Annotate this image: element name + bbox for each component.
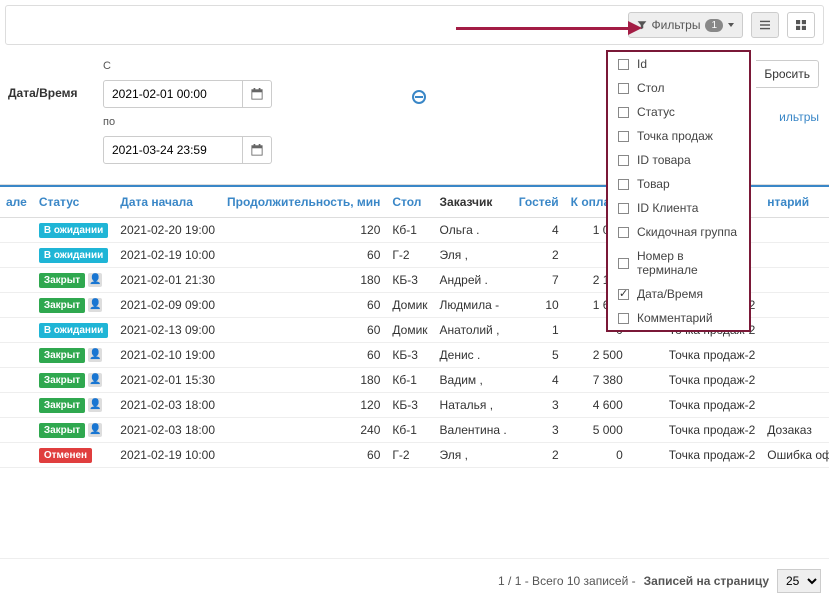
- filter-option-label: Комментарий: [637, 311, 713, 325]
- filter-option-label: Скидочная группа: [637, 225, 737, 239]
- status-badge: Закрыт: [39, 273, 85, 288]
- col-comment-fragment[interactable]: нтарий: [761, 186, 829, 218]
- filter-option[interactable]: Дата/Время: [608, 282, 749, 306]
- date-from-picker-button[interactable]: [243, 80, 272, 108]
- filter-option-label: Товар: [637, 177, 670, 191]
- filter-field-label: Дата/Время: [8, 60, 83, 100]
- page-info: 1 / 1 - Всего 10 записей -: [498, 574, 636, 588]
- date-to-input[interactable]: [103, 136, 243, 164]
- filter-option-label: Номер в терминале: [637, 249, 739, 277]
- filter-actions: Бросить ильтры: [756, 60, 819, 124]
- filter-option[interactable]: ID товара: [608, 148, 749, 172]
- checkbox-icon: [618, 155, 629, 166]
- status-badge: В ожидании: [39, 248, 108, 263]
- col-status[interactable]: Статус: [33, 186, 114, 218]
- person-icon: 👤: [88, 298, 102, 312]
- status-badge: Закрыт: [39, 373, 85, 388]
- filter-option[interactable]: Id: [608, 52, 749, 76]
- status-badge: Закрыт: [39, 423, 85, 438]
- filters-count-badge: 1: [705, 19, 723, 32]
- col-duration[interactable]: Продолжительность, мин: [221, 186, 386, 218]
- person-icon: 👤: [88, 398, 102, 412]
- from-label: С: [103, 60, 272, 72]
- filter-option-label: Точка продаж: [637, 129, 713, 143]
- grid-icon: [796, 19, 806, 31]
- filter-option-label: ID Клиента: [637, 201, 698, 215]
- filters-dropdown: Id Стол Статус Точка продаж ID товара Товар ID…: [606, 50, 751, 332]
- checkbox-icon: [618, 107, 629, 118]
- filter-option[interactable]: ID Клиента: [608, 196, 749, 220]
- filter-option[interactable]: Номер в терминале: [608, 244, 749, 282]
- status-badge: Отменен: [39, 448, 92, 463]
- date-range-group: С по: [103, 60, 272, 164]
- per-page-select[interactable]: 25: [777, 569, 821, 593]
- filter-option[interactable]: Стол: [608, 76, 749, 100]
- checkbox-icon: [618, 179, 629, 190]
- topbar: Фильтры 1: [5, 5, 824, 45]
- status-badge: Закрыт: [39, 298, 85, 313]
- filter-option-label: Статус: [637, 105, 675, 119]
- reset-button[interactable]: Бросить: [756, 60, 819, 88]
- filter-option-label: ID товара: [637, 153, 691, 167]
- caret-down-icon: [728, 23, 734, 27]
- col-table[interactable]: Стол: [386, 186, 433, 218]
- calendar-icon: [251, 144, 263, 156]
- checkbox-icon: [618, 83, 629, 94]
- status-badge: Закрыт: [39, 398, 85, 413]
- filters-link[interactable]: ильтры: [756, 110, 819, 124]
- col-customer: Заказчик: [434, 186, 513, 218]
- col-guests[interactable]: Гостей: [513, 186, 565, 218]
- filters-button[interactable]: Фильтры 1: [628, 12, 744, 38]
- table-row[interactable]: Закрыт👤2021-02-03 18:00240Кб-1Валентина …: [0, 418, 829, 443]
- checkbox-icon: [618, 203, 629, 214]
- view-list-button[interactable]: [751, 12, 779, 38]
- filter-option-label: Id: [637, 57, 647, 71]
- pagination-footer: 1 / 1 - Всего 10 записей - Записей на ст…: [0, 558, 829, 603]
- person-icon: 👤: [88, 348, 102, 362]
- filter-option[interactable]: Товар: [608, 172, 749, 196]
- checkbox-icon: [618, 289, 629, 300]
- table-row[interactable]: Отменен2021-02-19 10:0060Г-2Эля ,20Точка…: [0, 443, 829, 468]
- filter-option-label: Стол: [637, 81, 664, 95]
- status-badge: В ожидании: [39, 323, 108, 338]
- checkbox-icon: [618, 59, 629, 70]
- table-row[interactable]: Закрыт👤2021-02-03 18:00120КБ-3Наталья ,3…: [0, 393, 829, 418]
- to-label: по: [103, 116, 272, 128]
- date-to-group: [103, 136, 272, 164]
- status-badge: В ожидании: [39, 223, 108, 238]
- filter-option[interactable]: Комментарий: [608, 306, 749, 330]
- col-fragment-left[interactable]: але: [0, 186, 33, 218]
- date-from-input[interactable]: [103, 80, 243, 108]
- checkbox-icon: [618, 227, 629, 238]
- filter-option[interactable]: Статус: [608, 100, 749, 124]
- filters-label: Фильтры: [652, 18, 701, 32]
- person-icon: 👤: [88, 273, 102, 287]
- per-page-label: Записей на страницу: [644, 574, 769, 588]
- person-icon: 👤: [88, 423, 102, 437]
- status-badge: Закрыт: [39, 348, 85, 363]
- calendar-icon: [251, 88, 263, 100]
- filter-option[interactable]: Скидочная группа: [608, 220, 749, 244]
- view-grid-button[interactable]: [787, 12, 815, 38]
- date-from-group: [103, 80, 272, 108]
- checkbox-icon: [618, 258, 629, 269]
- filter-option[interactable]: Точка продаж: [608, 124, 749, 148]
- remove-filter-button[interactable]: [412, 90, 426, 104]
- date-to-picker-button[interactable]: [243, 136, 272, 164]
- list-icon: [760, 19, 770, 31]
- checkbox-icon: [618, 313, 629, 324]
- person-icon: 👤: [88, 373, 102, 387]
- checkbox-icon: [618, 131, 629, 142]
- table-row[interactable]: Закрыт👤2021-02-10 19:0060КБ-3Денис .52 5…: [0, 343, 829, 368]
- table-row[interactable]: Закрыт👤2021-02-01 15:30180Кб-1Вадим ,47 …: [0, 368, 829, 393]
- col-start[interactable]: Дата начала: [114, 186, 221, 218]
- filter-option-label: Дата/Время: [637, 287, 703, 301]
